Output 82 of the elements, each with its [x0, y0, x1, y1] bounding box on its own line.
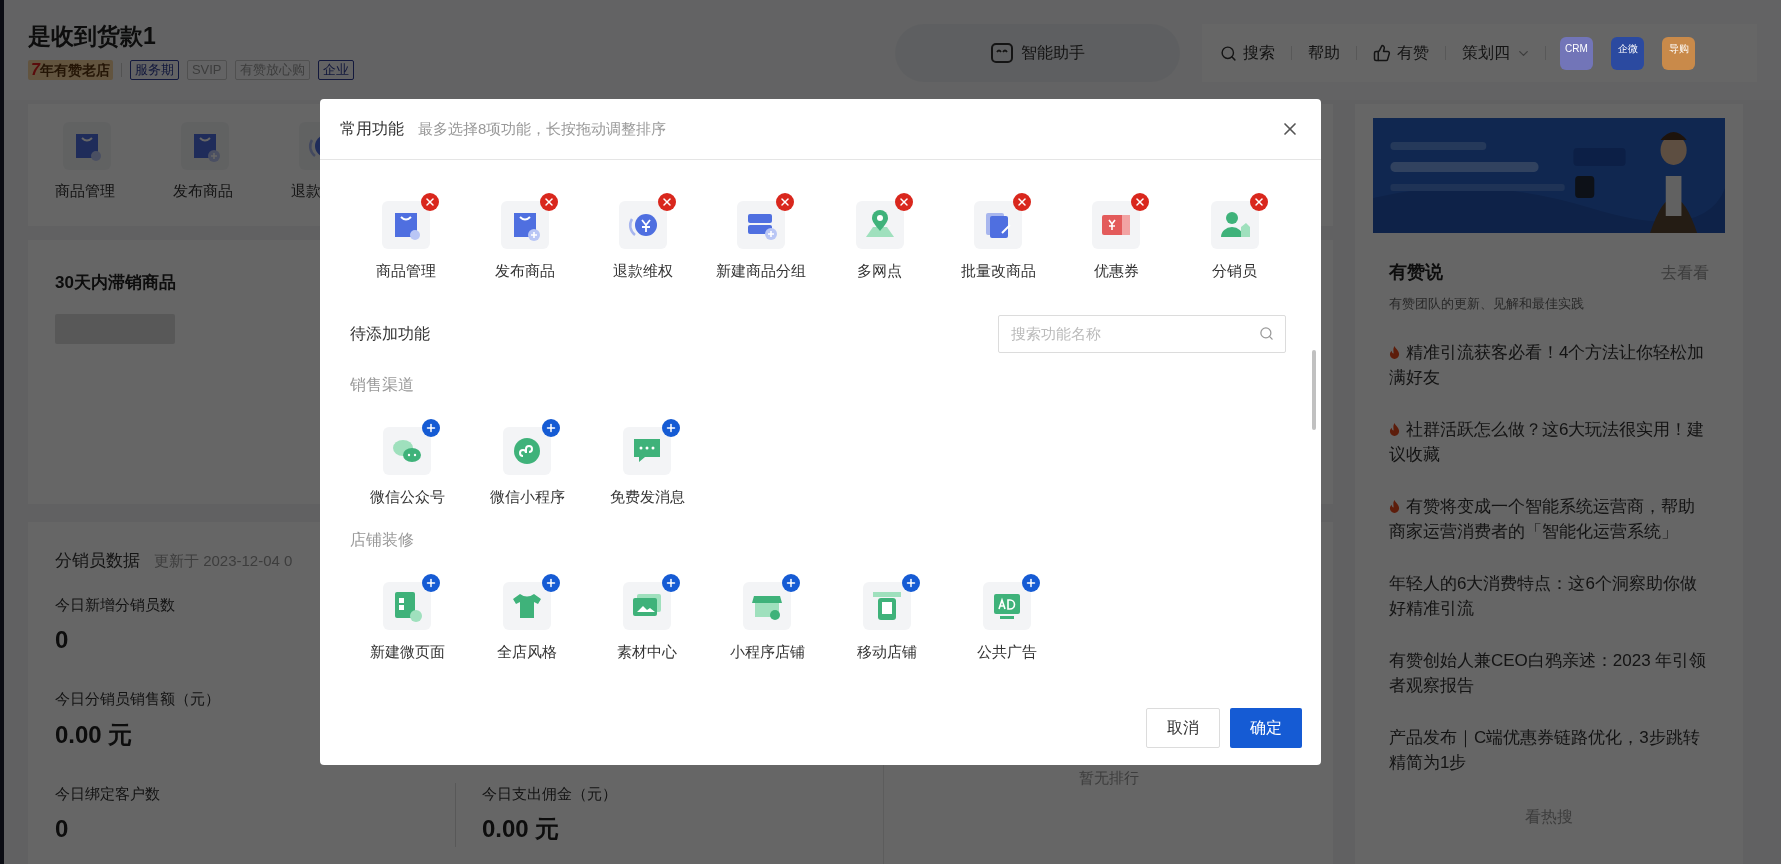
app-shortcut[interactable]: 企微 — [1611, 36, 1644, 70]
shopping-bag-icon — [63, 122, 111, 170]
feature-label[interactable]: 优惠券 — [1093, 260, 1139, 283]
search-icon — [1220, 44, 1237, 62]
storefront-icon — [743, 582, 791, 630]
person-tag-icon — [1210, 201, 1259, 249]
card-title: 分销员数据 — [55, 550, 140, 572]
remove-icon[interactable] — [421, 193, 440, 211]
web-page-icon — [383, 582, 431, 630]
document-stack-icon — [974, 201, 1023, 249]
metric-value: 0 — [55, 814, 69, 844]
category-heading: 店铺装修 — [349, 531, 414, 548]
thumbs-up-icon — [1373, 44, 1391, 62]
remove-icon[interactable] — [1013, 193, 1032, 211]
dialog-title: 常用功能 — [340, 119, 404, 139]
cancel-button[interactable]: 取消 — [1146, 708, 1220, 748]
add-icon[interactable] — [662, 574, 680, 592]
metric-value: 0.00 元 — [482, 814, 560, 844]
metric-label: 今日支出佣金（元） — [482, 783, 617, 804]
feature-label[interactable]: 退款维权 — [612, 260, 673, 283]
mobile-phone-icon — [863, 582, 911, 630]
metric-label: 今日绑定客户数 — [55, 783, 160, 804]
section-heading: 待添加功能 — [350, 323, 430, 344]
remove-icon[interactable] — [539, 193, 558, 211]
feature-label[interactable]: 公共广告 — [977, 641, 1037, 664]
yen-coin-icon — [618, 201, 667, 249]
tag: 企业 — [317, 60, 354, 80]
feature-label[interactable]: 发布商品 — [494, 260, 555, 283]
stacked-folders-icon — [737, 201, 786, 249]
feature-label[interactable]: 小程序店铺 — [729, 641, 805, 664]
remove-icon[interactable] — [894, 193, 913, 211]
feature-label[interactable]: 微信小程序 — [489, 485, 565, 508]
feature-label[interactable]: 移动店铺 — [857, 641, 917, 664]
chat-bubbles-icon — [383, 426, 431, 475]
remove-icon[interactable] — [1249, 193, 1268, 211]
robot-face-icon — [990, 43, 1013, 63]
section-title: 有赞说 — [1389, 261, 1443, 284]
dialog-hint: 最多选择8项功能，长按拖动调整排序 — [418, 118, 667, 139]
feature-label[interactable]: 多网点 — [857, 260, 903, 283]
shirt-icon — [503, 582, 551, 630]
feature-label[interactable]: 分销员 — [1212, 260, 1258, 283]
add-icon[interactable] — [542, 418, 560, 437]
ad-board-icon — [983, 582, 1031, 630]
metric-label: 今日新增分销员数 — [55, 594, 175, 615]
shop-name: 是收到货款1 — [28, 22, 157, 51]
metric-value: 0.00 元 — [55, 719, 133, 750]
add-icon[interactable] — [662, 418, 680, 437]
metric-value: 0 — [55, 625, 69, 655]
add-icon[interactable] — [422, 418, 440, 437]
feature-label[interactable]: 微信公众号 — [369, 485, 445, 508]
add-icon[interactable] — [542, 574, 560, 592]
years-badge: 7年有赞老店 — [28, 60, 113, 80]
search-icon — [1259, 325, 1274, 341]
tag: 服务期 — [129, 60, 179, 80]
remove-icon[interactable] — [776, 193, 795, 211]
scrollbar-thumb[interactable] — [1312, 350, 1316, 430]
search-field[interactable]: 搜索功能名称 — [998, 314, 1286, 353]
shopping-bag-plus-icon — [181, 122, 229, 170]
shopping-bag-icon — [382, 201, 431, 249]
image-frame-icon — [623, 582, 671, 630]
feature-label[interactable]: 免费发消息 — [609, 485, 685, 508]
card-title: 30天内滞销商品 — [55, 273, 176, 292]
map-pin-icon — [855, 201, 904, 249]
confirm-button[interactable]: 确定 — [1230, 708, 1302, 748]
app-shortcut[interactable]: CRM — [1560, 36, 1593, 70]
feature-label[interactable]: 新建商品分组 — [716, 260, 807, 283]
add-icon[interactable] — [782, 574, 800, 592]
remove-icon[interactable] — [1131, 193, 1150, 211]
shopping-bag-plus-icon — [500, 201, 549, 249]
feature-label[interactable]: 全店风格 — [497, 641, 557, 664]
remove-icon[interactable] — [657, 193, 676, 211]
feature-label[interactable]: 商品管理 — [376, 260, 437, 283]
message-bubble-icon — [623, 426, 671, 475]
add-icon[interactable] — [1022, 574, 1040, 592]
coupon-icon — [1092, 201, 1141, 249]
metric-label: 今日分销员销售额（元） — [55, 689, 220, 709]
category-heading: 销售渠道 — [349, 375, 414, 393]
feature-label[interactable]: 素材中心 — [617, 641, 677, 664]
feature-label[interactable]: 新建微页面 — [369, 641, 445, 664]
add-icon[interactable] — [422, 574, 440, 592]
add-icon[interactable] — [902, 574, 920, 592]
feature-label[interactable]: 批量改商品 — [960, 260, 1036, 283]
